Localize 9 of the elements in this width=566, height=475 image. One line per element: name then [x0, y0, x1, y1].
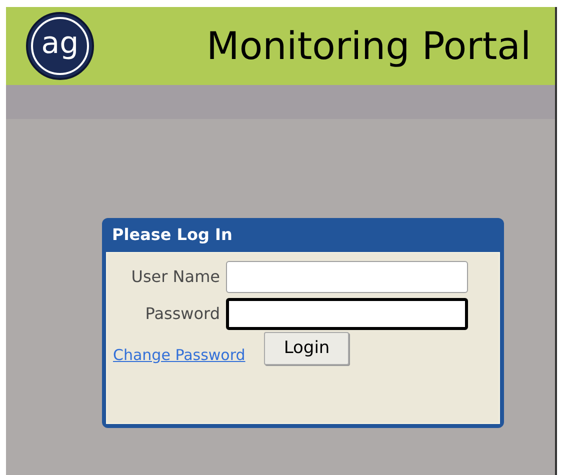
field-label: Password: [144, 303, 221, 325]
field-label: User Name: [130, 266, 221, 288]
input-field[interactable]: [226, 261, 468, 293]
login-button[interactable]: Login: [264, 332, 350, 365]
portal-title: Monitoring Portal: [206, 22, 531, 70]
panel-title: Please Log In: [111, 224, 234, 246]
logo-text: ag: [41, 29, 79, 59]
change-password-link[interactable]: Change Password: [113, 344, 246, 366]
input-field[interactable]: [226, 298, 468, 330]
